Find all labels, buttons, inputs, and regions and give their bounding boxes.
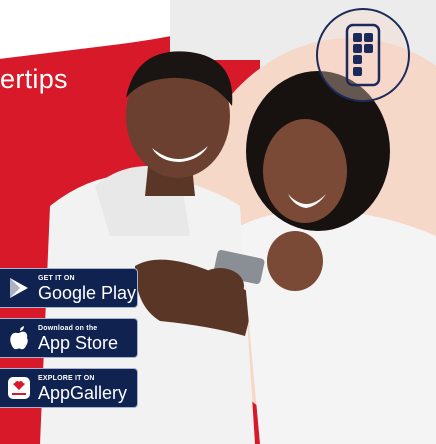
google-play-icon: [2, 269, 36, 307]
google-play-small-text: GET IT ON: [38, 274, 75, 282]
promo-banner: ertips GET IT ON Google Play Download on…: [0, 0, 436, 444]
huawei-icon: [2, 369, 36, 407]
google-play-big-text: Google Play: [38, 282, 137, 303]
app-store-big-text: App Store: [38, 332, 119, 353]
app-store-small-text: Download on the: [38, 324, 98, 332]
apple-icon: [2, 319, 36, 357]
appgallery-badge[interactable]: EXPLORE IT ON AppGallery: [0, 368, 138, 408]
phone-app-grid-icon: [345, 23, 381, 87]
phone-icon-badge: [316, 8, 410, 102]
app-store-badge[interactable]: Download on the App Store: [0, 318, 138, 358]
appgallery-small-text: EXPLORE IT ON: [38, 374, 95, 382]
appgallery-big-text: AppGallery: [38, 382, 128, 403]
google-play-badge[interactable]: GET IT ON Google Play: [0, 268, 138, 308]
